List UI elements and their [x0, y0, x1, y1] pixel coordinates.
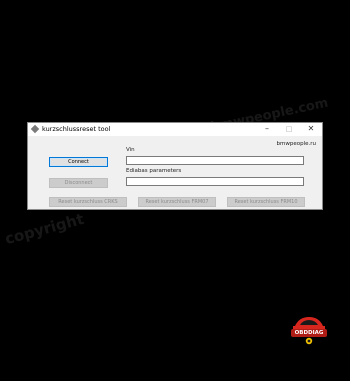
vin-label: Vin [126, 147, 135, 153]
close-icon[interactable]: ✕ [300, 123, 322, 136]
vin-field[interactable] [126, 156, 304, 165]
app-window: kurzschlussreset tool – □ ✕ bmwpeople.ru… [27, 122, 323, 210]
minimize-icon[interactable]: – [256, 123, 278, 136]
window-title: kurzschlussreset tool [42, 125, 111, 133]
disconnect-button[interactable]: Disconnect [49, 178, 108, 188]
title-bar: kurzschlussreset tool – □ ✕ [28, 123, 322, 136]
obddiag-logo: OBDDIAG [287, 313, 331, 345]
reset-crks-button[interactable]: Reset kurzschluss CRKS [49, 197, 127, 207]
logo-text: OBDDIAG [294, 330, 324, 336]
connect-button[interactable]: Connect [49, 157, 108, 167]
reset-frm10-button[interactable]: Reset kurzschluss FRM10 [227, 197, 305, 207]
app-icon [30, 124, 40, 134]
ediabas-field[interactable] [126, 177, 304, 186]
ediabas-label: Ediabas parameters [126, 168, 182, 174]
reset-frm07-button[interactable]: Reset kurzschluss FRM07 [138, 197, 216, 207]
maximize-icon[interactable]: □ [278, 123, 300, 136]
site-label: bmwpeople.ru [276, 141, 317, 147]
watermark-left: copyright [3, 209, 86, 249]
